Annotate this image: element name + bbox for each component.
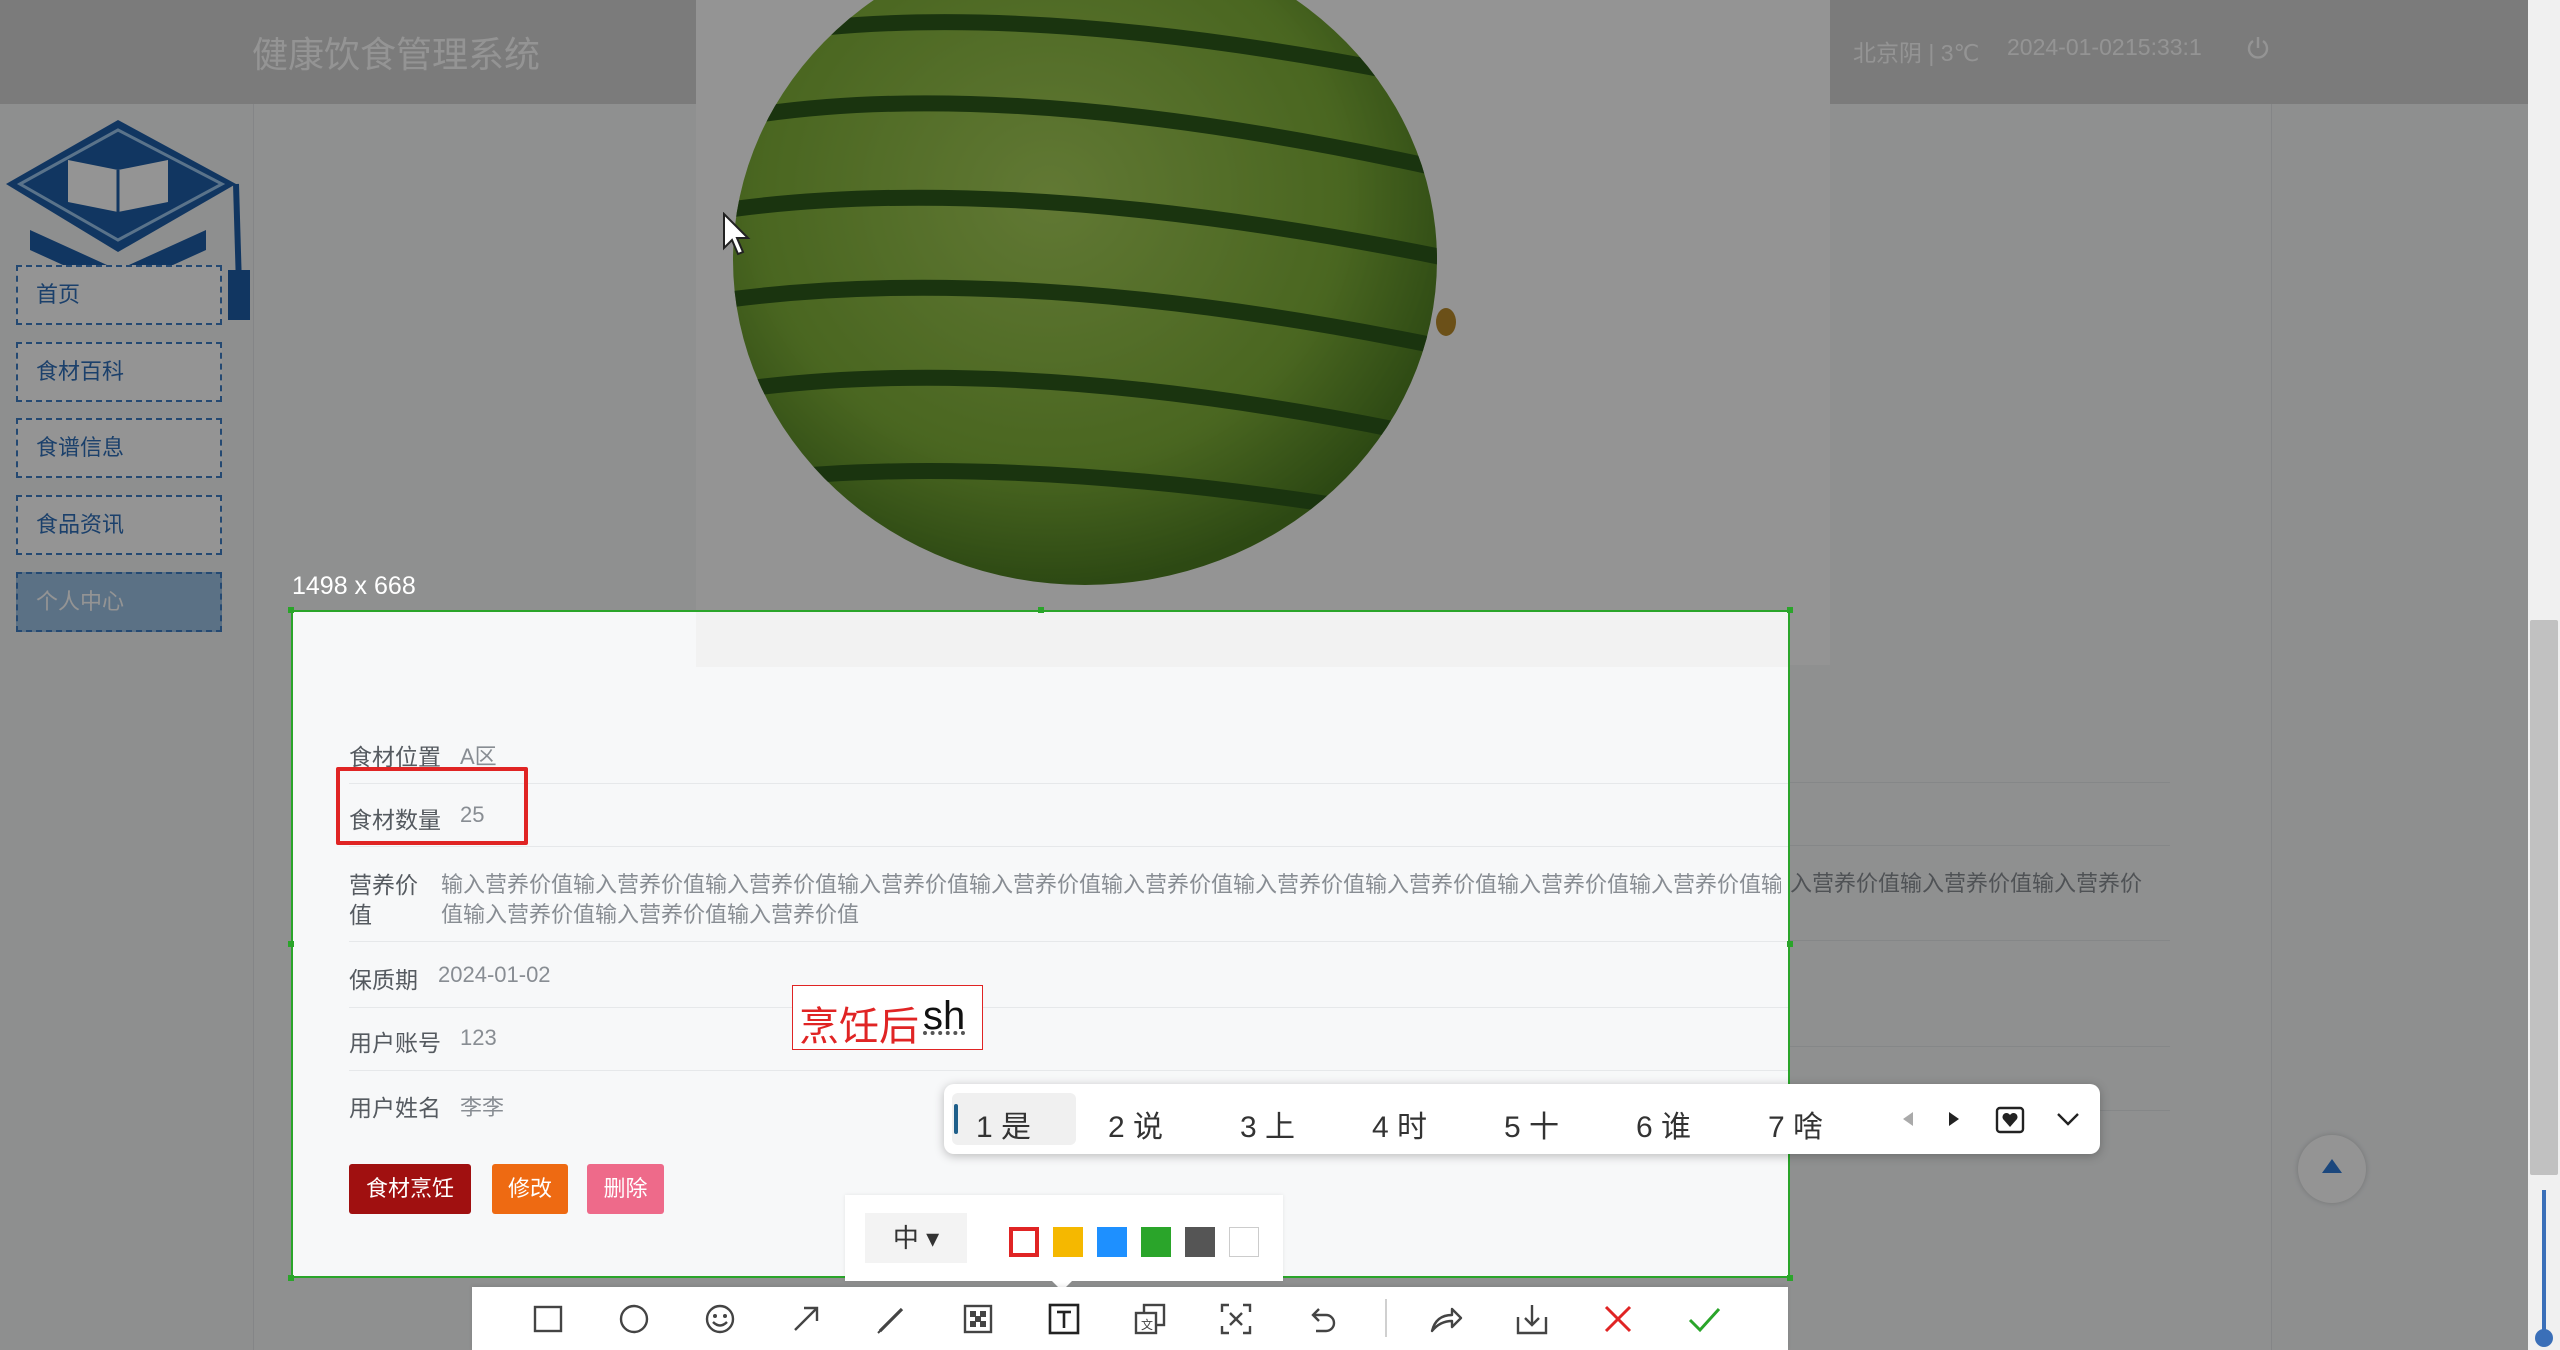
resize-handle[interactable] (1787, 1275, 1793, 1281)
nutrition-label-line1: 营养价 (349, 872, 418, 898)
text-annotation-composing: sh (923, 994, 966, 1038)
color-swatch-gray[interactable] (1185, 1227, 1215, 1257)
row-divider (349, 846, 1788, 847)
page-scrollbar[interactable] (2528, 0, 2560, 1350)
nutrition-value-overflow: 入营养价值输入营养价值输入营养价 (1790, 871, 2143, 896)
ime-candidate-4[interactable]: 4 时 (1372, 1102, 1427, 1146)
header-time: 15:33:1 (2125, 34, 2202, 60)
row-divider (1790, 1046, 2170, 1047)
resize-handle[interactable] (288, 1275, 294, 1281)
ime-next-page-icon[interactable] (1938, 1103, 1970, 1135)
username-label: 用户姓名 (349, 1095, 441, 1121)
ellipse-icon[interactable] (616, 1301, 652, 1337)
confirm-icon[interactable] (1686, 1301, 1722, 1337)
pen-icon[interactable] (874, 1301, 910, 1337)
ime-candidate-3[interactable]: 3 上 (1240, 1102, 1295, 1146)
account-label: 用户账号 (349, 1030, 441, 1056)
sidebar-item-home[interactable]: 首页 (16, 265, 222, 325)
selection-size-label: 1498 x 668 (292, 572, 416, 600)
nutrition-label-line2: 值 (349, 902, 372, 928)
color-swatch-yellow[interactable] (1053, 1227, 1083, 1257)
ocr-icon[interactable] (1218, 1301, 1254, 1337)
annotation-style-panel: 中 ▾ (845, 1195, 1283, 1281)
svg-text:文: 文 (1141, 1317, 1153, 1332)
share-icon[interactable] (1428, 1301, 1464, 1337)
color-swatch-red[interactable] (1009, 1227, 1039, 1257)
app-title: 健康饮食管理系统 (252, 34, 541, 75)
color-swatch-white[interactable] (1229, 1227, 1259, 1257)
arrow-icon[interactable] (788, 1301, 824, 1337)
sidebar-item-news[interactable]: 食品资讯 (16, 495, 222, 555)
resize-handle[interactable] (288, 941, 294, 947)
screenshot-toolbar: 文 (472, 1287, 1788, 1350)
row-divider (1790, 940, 2170, 941)
arrow-up-icon (2322, 1159, 2342, 1173)
sidebar-item-recipes[interactable]: 食谱信息 (16, 418, 222, 478)
ime-expand-icon[interactable] (2052, 1103, 2084, 1135)
username-value: 李李 (460, 1095, 505, 1120)
resize-handle[interactable] (288, 607, 294, 613)
sidebar-item-profile[interactable]: 个人中心 (16, 572, 222, 632)
ime-focus-bar (954, 1104, 958, 1134)
cancel-icon[interactable] (1600, 1301, 1636, 1337)
sidebar-item-ingredients[interactable]: 食材百科 (16, 342, 222, 402)
ime-candidate-bar: 1 是 2 说 3 上 4 时 5 十 6 谁 7 啥 (944, 1084, 2100, 1154)
text-icon[interactable] (1046, 1301, 1082, 1337)
row-divider (349, 783, 1788, 784)
watermelon-image (696, 0, 1830, 665)
ime-candidate-2[interactable]: 2 说 (1108, 1102, 1163, 1146)
resize-handle[interactable] (1787, 607, 1793, 613)
color-swatch-green[interactable] (1141, 1227, 1171, 1257)
image-bottom-edge (696, 612, 1788, 667)
back-to-top-button[interactable] (2298, 1135, 2366, 1203)
nutrition-value-line1: 输入营养价值输入营养价值输入营养价值输入营养价值输入营养价值输入营养价值输入营养… (441, 872, 1781, 897)
edit-button[interactable]: 修改 (492, 1164, 568, 1214)
save-icon[interactable] (1514, 1301, 1550, 1337)
row-divider (1790, 782, 2170, 783)
nutrition-value-line2: 值输入营养价值输入营养价值输入营养价值 (441, 902, 860, 927)
ime-prev-page-icon[interactable] (1892, 1103, 1924, 1135)
pin-icon[interactable]: 文 (1132, 1301, 1168, 1337)
row-divider (349, 1070, 1788, 1071)
row-divider (349, 941, 1788, 942)
font-size-dropdown[interactable]: 中 ▾ (865, 1213, 967, 1263)
scrollbar-thumb[interactable] (2530, 620, 2558, 1175)
delete-button[interactable]: 删除 (587, 1164, 664, 1214)
text-annotation[interactable]: 烹饪后 sh (792, 985, 983, 1050)
text-annotation-zh: 烹饪后 (799, 1005, 919, 1049)
rectangle-annotation[interactable] (336, 767, 528, 845)
rectangle-icon[interactable] (530, 1301, 566, 1337)
color-swatch-blue[interactable] (1097, 1227, 1127, 1257)
weather-info: 北京阴 | 3℃ (1853, 40, 1980, 66)
ime-candidate-1[interactable]: 1 是 (976, 1102, 1031, 1146)
ime-candidate-6[interactable]: 6 谁 (1636, 1102, 1691, 1146)
toolbar-divider (1385, 1299, 1387, 1337)
emoji-icon[interactable] (702, 1301, 738, 1337)
mosaic-icon[interactable] (960, 1301, 996, 1337)
resize-handle[interactable] (1038, 607, 1044, 613)
account-value: 123 (460, 1025, 497, 1050)
row-divider (349, 1007, 1788, 1008)
resize-handle[interactable] (1787, 941, 1793, 947)
row-divider (1790, 845, 2170, 846)
thermometer-icon (2535, 1190, 2553, 1347)
mouse-cursor-icon (723, 212, 751, 256)
ime-candidate-5[interactable]: 5 十 (1504, 1102, 1559, 1146)
expiry-value: 2024-01-02 (438, 962, 551, 987)
cook-ingredient-button[interactable]: 食材烹饪 (349, 1164, 471, 1214)
screenshot-selection[interactable]: 食材位置 A区 食材数量 25 营养价 值 输入营养价值输入营养价值输入营养价值… (291, 610, 1790, 1278)
expiry-label: 保质期 (349, 967, 418, 993)
ime-favorite-icon[interactable] (1994, 1103, 2026, 1135)
power-icon[interactable] (2243, 33, 2273, 63)
undo-icon[interactable] (1304, 1301, 1340, 1337)
ime-candidate-7[interactable]: 7 啥 (1768, 1102, 1823, 1146)
header-date: 2024-01-02 (2007, 34, 2125, 60)
